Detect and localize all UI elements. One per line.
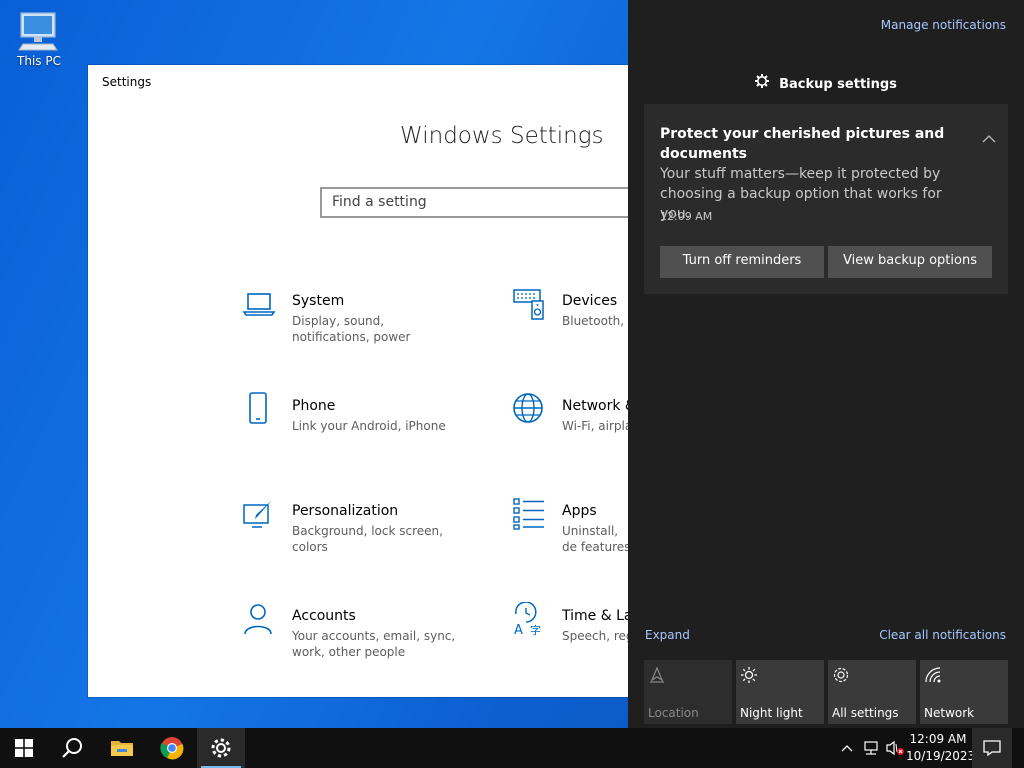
quick-action-label: Location [648,706,699,720]
quick-action-label: Network [924,706,975,720]
globe-icon [513,393,543,423]
clock-time: 12:09 AM [909,732,967,746]
settings-item-name: Network & [562,398,628,414]
chrome-icon [160,737,184,760]
location-icon [650,666,664,683]
settings-item-desc: Your accounts, email, sync, work, other … [292,629,456,659]
speaker-muted-icon [886,740,904,756]
settings-item-desc: Bluetooth, p [562,314,628,328]
action-center: Manage notifications Backup settings Pro… [628,0,1024,728]
settings-item-desc: Background, lock screen, colors [292,524,443,554]
settings-item-name: Time & Lar [562,608,628,624]
start-button[interactable] [0,728,48,768]
settings-item-desc: Speech, reg [562,629,628,643]
svg-text:A: A [514,623,523,636]
taskbar-search-button[interactable] [48,728,96,768]
settings-window: Settings Windows Settings Find a setting… [88,65,628,697]
apps-list-icon [513,498,544,530]
ethernet-icon [864,741,878,755]
taskbar: 12:09 AM 10/19/2023 [0,728,1024,768]
settings-item-desc: Wi-Fi, airplan [562,419,628,433]
computer-icon [18,12,58,51]
quick-action-label: Night light [740,706,803,720]
show-hidden-icons-button[interactable] [838,728,856,768]
paintbrush-icon [243,500,272,528]
volume-tray-icon[interactable] [884,728,906,768]
quick-action-location[interactable]: Location [644,660,732,724]
notification-time: 12:09 AM [660,210,713,223]
settings-item-name: Phone [292,398,336,414]
view-backup-options-button[interactable]: View backup options [828,246,992,278]
notification-group-title: Backup settings [628,74,1024,92]
quick-action-label: All settings [832,706,899,720]
quick-action-night-light[interactable]: Night light [736,660,824,724]
taskbar-chrome[interactable] [148,728,196,768]
taskbar-clock[interactable]: 12:09 AM 10/19/2023 [906,731,976,765]
gear-icon [755,74,770,88]
settings-item-desc: Uninstall, de features [562,524,628,554]
page-title: Windows Settings [400,123,604,149]
desktop-icon-this-pc[interactable]: This PC [12,10,66,68]
windows-logo-icon [15,739,33,757]
settings-item-name: Personalization [292,503,399,519]
svg-text:字: 字 [530,623,541,636]
chevron-up-icon[interactable] [982,134,996,144]
gear-icon [833,667,849,683]
window-title: Settings [102,75,152,89]
search-input[interactable]: Find a setting [320,187,628,218]
taskbar-settings[interactable] [197,728,245,768]
desktop-icon-label: This PC [17,54,61,68]
turn-off-reminders-button[interactable]: Turn off reminders [660,246,824,278]
keyboard-speaker-icon [513,289,544,320]
network-tray-icon[interactable] [860,728,882,768]
settings-item-name: Apps [562,503,597,519]
settings-item-name: System [292,293,345,309]
group-title-text: Backup settings [779,77,897,92]
quick-action-network[interactable]: Network [920,660,1008,724]
notification-title: Protect your cherished pictures and docu… [660,126,945,162]
settings-item-desc: Display, sound, notifications, power [292,314,411,344]
phone-icon [249,392,267,424]
time-language-icon: A 字 [514,602,541,636]
settings-item-desc: Link your Android, iPhone [292,419,446,433]
notification-icon [983,740,1001,757]
backup-notification[interactable]: Protect your cherished pictures and docu… [644,104,1008,294]
taskbar-file-explorer[interactable] [98,728,146,768]
search-icon [62,738,82,758]
network-icon [925,667,941,683]
manage-notifications-link[interactable]: Manage notifications [881,18,1006,32]
gear-icon [211,738,231,758]
action-center-button[interactable] [972,728,1012,768]
clock-date: 10/19/2023 [906,749,976,763]
clear-all-notifications-link[interactable]: Clear all notifications [879,628,1006,642]
night-light-icon [741,667,757,683]
settings-item-name: Accounts [292,608,356,624]
settings-item-name: Devices [562,293,618,309]
chevron-up-icon [841,745,853,752]
quick-action-all-settings[interactable]: All settings [828,660,916,724]
person-icon [244,604,272,635]
expand-link[interactable]: Expand [645,628,690,642]
folder-icon [111,741,133,756]
laptop-icon [242,293,276,316]
